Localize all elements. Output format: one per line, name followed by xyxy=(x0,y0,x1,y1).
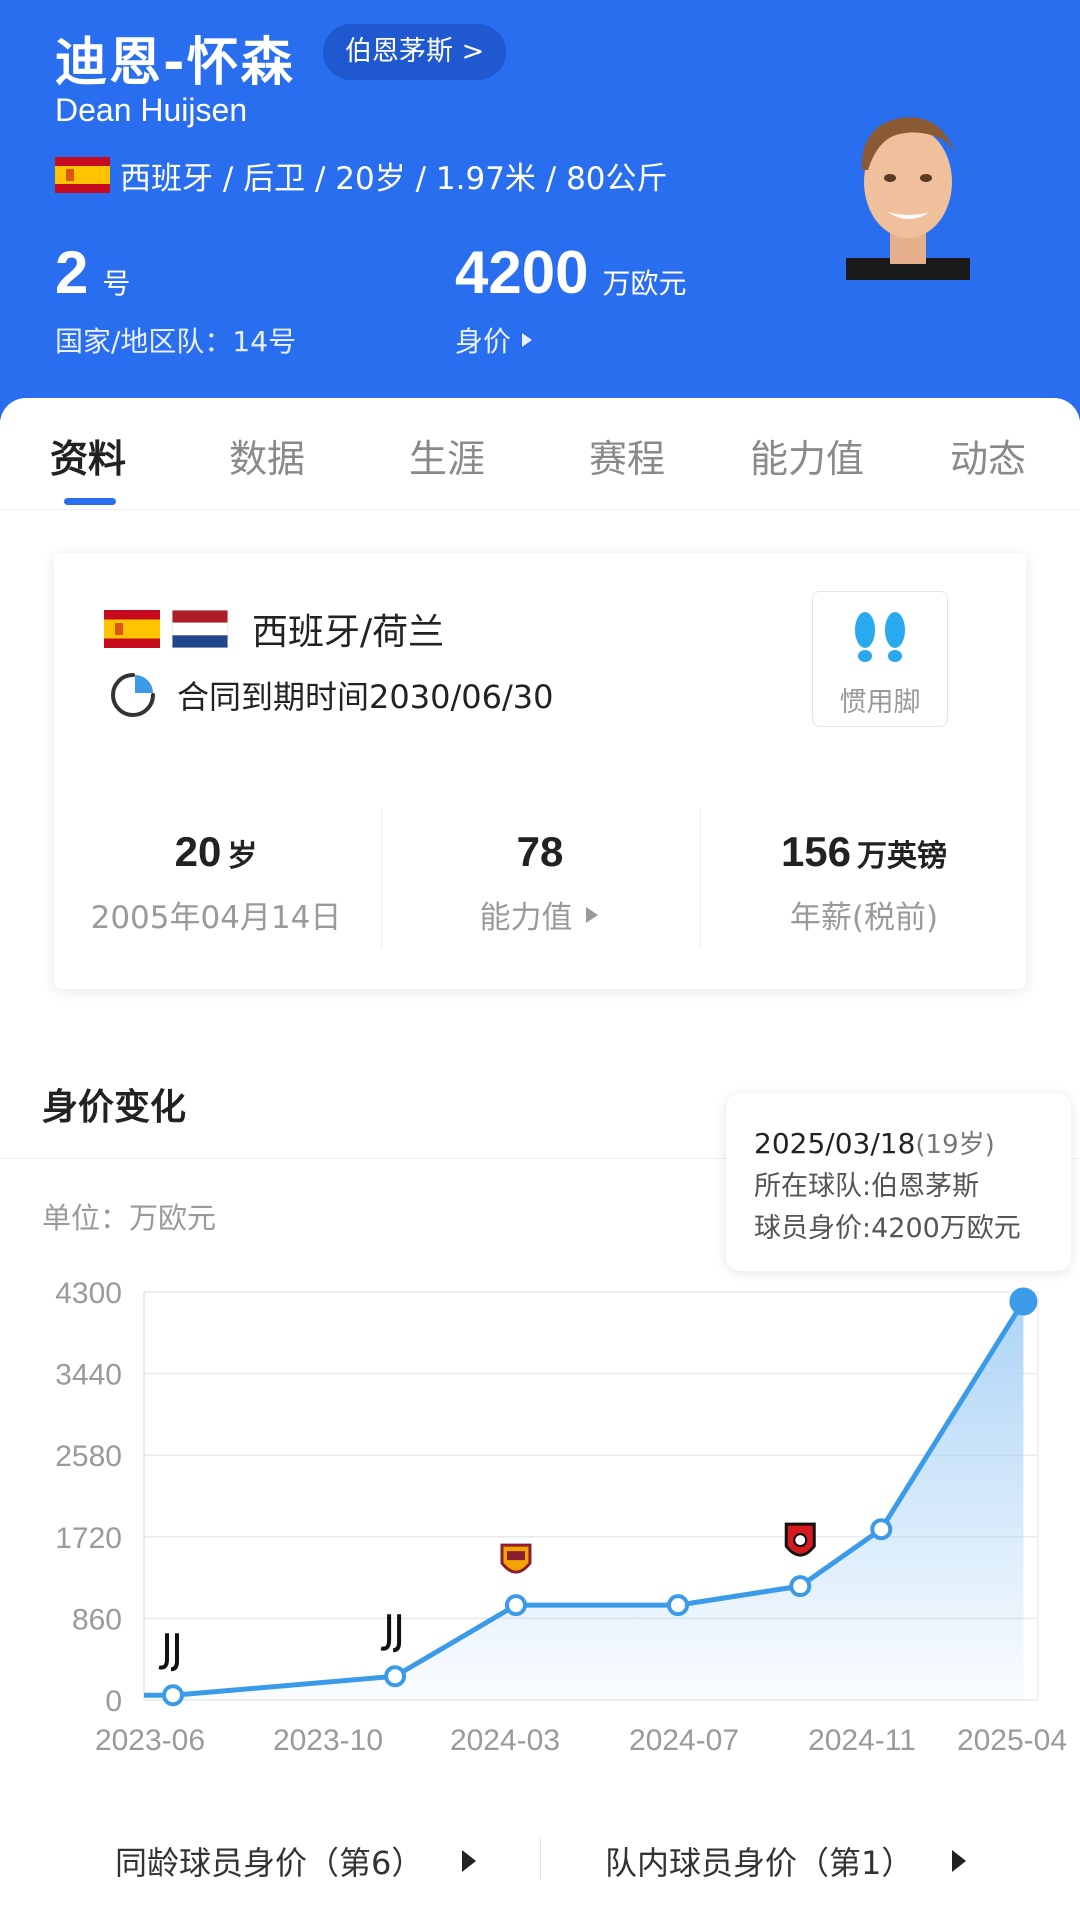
tab-ability[interactable]: 能力值 xyxy=(750,428,864,483)
market-value: 4200 xyxy=(455,239,589,306)
shirt-number: 2 xyxy=(55,239,89,306)
active-tab-indicator xyxy=(64,498,116,505)
preferred-foot-label: 惯用脚 xyxy=(839,687,921,718)
triangle-right-icon xyxy=(952,1850,967,1872)
feet-icon xyxy=(855,612,905,662)
tooltip-age: (19岁) xyxy=(915,1130,995,1160)
tab-career[interactable]: 生涯 xyxy=(409,428,485,483)
market-value-section-title: 身价变化 xyxy=(42,1087,187,1128)
x-tick-label: 2023-06 xyxy=(95,1724,205,1757)
age-stat: 20 岁 2005年04月14日 xyxy=(54,828,378,937)
value-area xyxy=(173,1301,1024,1700)
stat-divider xyxy=(700,808,701,948)
contract-row: 合同到期时间2030/06/30 xyxy=(109,671,553,719)
ability-value: 78 xyxy=(516,828,564,875)
market-value-link[interactable]: 身价 xyxy=(455,320,535,360)
juventus-logo xyxy=(380,1614,402,1653)
y-tick-label: 2580 xyxy=(55,1440,122,1473)
tab-bar: 资料 数据 生涯 赛程 能力值 动态 xyxy=(0,398,1080,510)
triangle-right-icon xyxy=(462,1850,477,1872)
x-tick-label: 2024-07 xyxy=(629,1724,739,1757)
market-value-chart[interactable]: 4300 3440 2580 1720 860 0 2023-06 2023-10 2024-0… xyxy=(0,1250,1080,1770)
player-meta-text: 西班牙 / 后卫 / 20岁 / 1.97米 / 80公斤 xyxy=(120,160,668,197)
salary-label: 年薪(税前) xyxy=(789,900,939,936)
value-point xyxy=(504,1594,527,1617)
club-link-button[interactable]: 伯恩茅斯 > xyxy=(323,24,507,80)
player-header: 迪恩-怀森 伯恩茅斯 > Dean Huijsen 西班牙 / 后卫 / 20岁… xyxy=(0,0,1080,420)
x-tick-label: 2023-10 xyxy=(273,1724,383,1757)
salary-unit: 万英镑 xyxy=(857,839,948,874)
netherlands-flag-icon xyxy=(172,610,228,648)
spain-flag-icon xyxy=(55,157,110,193)
spain-flag-icon xyxy=(104,610,160,648)
preferred-foot-box[interactable]: 惯用脚 xyxy=(812,591,948,727)
value-point xyxy=(870,1518,893,1541)
age-value: 20 xyxy=(174,828,222,875)
shirt-number-block: 2号 xyxy=(55,238,130,307)
y-tick-label: 860 xyxy=(72,1603,122,1636)
y-tick-label: 0 xyxy=(105,1685,122,1718)
market-value-label: 身价 xyxy=(455,325,512,358)
value-point xyxy=(384,1665,407,1688)
salary-value: 156 xyxy=(780,828,852,875)
x-tick-label: 2025-04 xyxy=(957,1724,1067,1757)
player-name: 迪恩-怀森 xyxy=(55,33,295,93)
tab-data[interactable]: 数据 xyxy=(229,428,305,483)
value-point xyxy=(162,1684,184,1707)
salary-stat: 156 万英镑 年薪(税前) xyxy=(702,828,1026,937)
triangle-right-icon xyxy=(522,333,533,347)
ability-label: 能力值 xyxy=(479,900,573,936)
age-unit: 岁 xyxy=(227,839,258,874)
chart-tooltip: 2025/03/18(19岁) 所在球队:伯恩茅斯 球员身价:4200万欧元 xyxy=(726,1093,1071,1271)
juventus-logo xyxy=(158,1633,179,1672)
player-avatar xyxy=(846,117,970,280)
team-value-label: 队内球员身价（第1） xyxy=(605,1844,914,1882)
value-point xyxy=(789,1575,812,1598)
player-english-name: Dean Huijsen xyxy=(55,92,248,128)
shirt-number-unit: 号 xyxy=(102,267,131,300)
market-value-block: 4200 万欧元 xyxy=(455,238,687,307)
national-team-number: 国家/地区队：14号 xyxy=(55,325,297,358)
value-point-highlight xyxy=(1009,1287,1038,1316)
team-value-link[interactable]: 队内球员身价（第1） xyxy=(605,1838,969,1884)
tab-news[interactable]: 动态 xyxy=(950,428,1026,483)
tooltip-date: 2025/03/18 xyxy=(754,1127,916,1160)
contract-clock-icon xyxy=(111,673,155,717)
roma-logo xyxy=(500,1543,532,1574)
value-point xyxy=(667,1594,690,1617)
tab-profile[interactable]: 资料 xyxy=(50,428,126,483)
tab-schedule[interactable]: 赛程 xyxy=(589,428,665,483)
triangle-right-icon xyxy=(585,906,598,923)
y-tick-label: 1720 xyxy=(55,1522,122,1555)
same-age-value-label: 同龄球员身价（第6） xyxy=(115,1844,424,1882)
tooltip-club: 所在球队:伯恩茅斯 xyxy=(754,1171,980,1202)
y-tick-label: 3440 xyxy=(55,1359,122,1392)
x-tick-label: 2024-03 xyxy=(450,1724,560,1757)
bournemouth-logo xyxy=(784,1522,816,1557)
chart-unit-label: 单位：万欧元 xyxy=(42,1201,217,1235)
nationality-row: 西班牙/荷兰 xyxy=(104,603,444,655)
ability-stat[interactable]: 78 能力值 xyxy=(378,828,702,937)
player-meta: 西班牙 / 后卫 / 20岁 / 1.97米 / 80公斤 xyxy=(55,155,668,197)
player-info-card: 西班牙/荷兰 合同到期时间2030/06/30 惯用脚 20 岁 2005年04月… xyxy=(54,553,1026,989)
market-value-unit: 万欧元 xyxy=(602,267,687,300)
y-tick-label: 4300 xyxy=(55,1277,122,1310)
birth-date: 2005年04月14日 xyxy=(90,900,342,936)
same-age-value-link[interactable]: 同龄球员身价（第6） xyxy=(115,1838,479,1884)
tooltip-value: 球员身价:4200万欧元 xyxy=(754,1213,1021,1244)
contract-expiry: 合同到期时间2030/06/30 xyxy=(177,678,554,716)
x-tick-label: 2024-11 xyxy=(808,1724,916,1757)
bottom-divider xyxy=(540,1838,541,1880)
nationality-text: 西班牙/荷兰 xyxy=(252,612,445,653)
